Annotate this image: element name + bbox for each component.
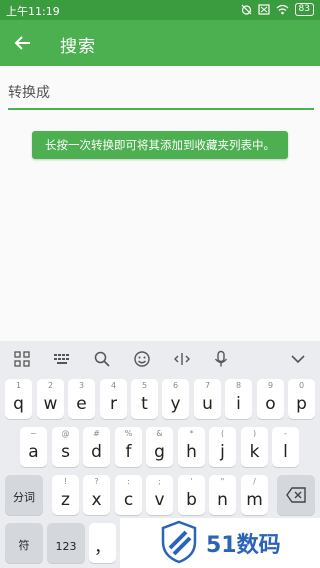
- key-d[interactable]: # d: [83, 427, 110, 467]
- page-title: 搜索: [60, 37, 96, 57]
- grid-icon[interactable]: [13, 350, 31, 368]
- key-r[interactable]: 4r: [100, 379, 127, 419]
- comma-key[interactable]: ，: [89, 523, 116, 563]
- key-y[interactable]: 6y: [162, 379, 189, 419]
- emoji-icon[interactable]: [133, 350, 151, 368]
- key-l[interactable]: -l: [272, 427, 299, 467]
- search-icon[interactable]: [93, 350, 111, 368]
- search-field[interactable]: [8, 78, 314, 110]
- key-t[interactable]: 5t: [131, 379, 158, 419]
- segment-key[interactable]: 分词: [5, 475, 43, 515]
- key-z[interactable]: ! z: [52, 475, 79, 515]
- toast-message: 长按一次转换即可将其添加到收藏夹列表中。: [32, 131, 288, 159]
- key-h[interactable]: * h: [178, 427, 205, 467]
- microphone-icon[interactable]: [212, 350, 230, 368]
- battery-level: 83: [294, 3, 314, 16]
- key-u[interactable]: 7u: [194, 379, 221, 419]
- sim-off-icon: [257, 4, 270, 15]
- key-p[interactable]: 0p: [288, 379, 315, 419]
- key-f[interactable]: % f: [115, 427, 142, 467]
- key-v[interactable]: ; v: [146, 475, 173, 515]
- key-a[interactable]: ~ a: [20, 427, 47, 467]
- key-e[interactable]: 3e: [68, 379, 95, 419]
- status-time: 上午11:19: [6, 5, 60, 18]
- key-w[interactable]: 2w: [37, 379, 64, 419]
- key-q[interactable]: 1q: [5, 379, 32, 419]
- key-o[interactable]: 9o: [257, 379, 284, 419]
- key-x[interactable]: ? x: [83, 475, 110, 515]
- watermark: 51数码: [120, 518, 320, 568]
- number-key[interactable]: 123: [47, 523, 85, 563]
- chevron-down-icon[interactable]: [289, 350, 307, 368]
- backspace-key[interactable]: [277, 475, 315, 515]
- key-n[interactable]: " n: [209, 475, 236, 515]
- symbol-key[interactable]: 符: [5, 523, 43, 563]
- key-i[interactable]: 8i: [225, 379, 252, 419]
- alarm-off-icon: [241, 4, 251, 15]
- shield-logo-icon: [161, 520, 197, 564]
- status-bar: 上午11:19 83: [0, 0, 320, 20]
- back-arrow-icon[interactable]: [12, 32, 34, 54]
- app-bar: 搜索: [0, 20, 320, 66]
- key-g[interactable]: & g: [146, 427, 173, 467]
- keyboard-icon[interactable]: [53, 350, 71, 368]
- key-k[interactable]: ) k: [241, 427, 268, 467]
- search-input[interactable]: [8, 78, 314, 108]
- keyboard-toolbar: [0, 341, 320, 377]
- wifi-icon: [276, 4, 288, 15]
- key-j[interactable]: (j: [209, 427, 236, 467]
- status-icons: 83: [241, 3, 314, 16]
- key-c[interactable]: :c: [115, 475, 142, 515]
- cursor-move-icon[interactable]: [173, 350, 191, 368]
- backspace-icon: [286, 487, 306, 503]
- key-s[interactable]: @ s: [52, 427, 79, 467]
- key-b[interactable]: ' b: [178, 475, 205, 515]
- watermark-text: 51数码: [206, 533, 281, 558]
- key-m[interactable]: / m: [241, 475, 268, 515]
